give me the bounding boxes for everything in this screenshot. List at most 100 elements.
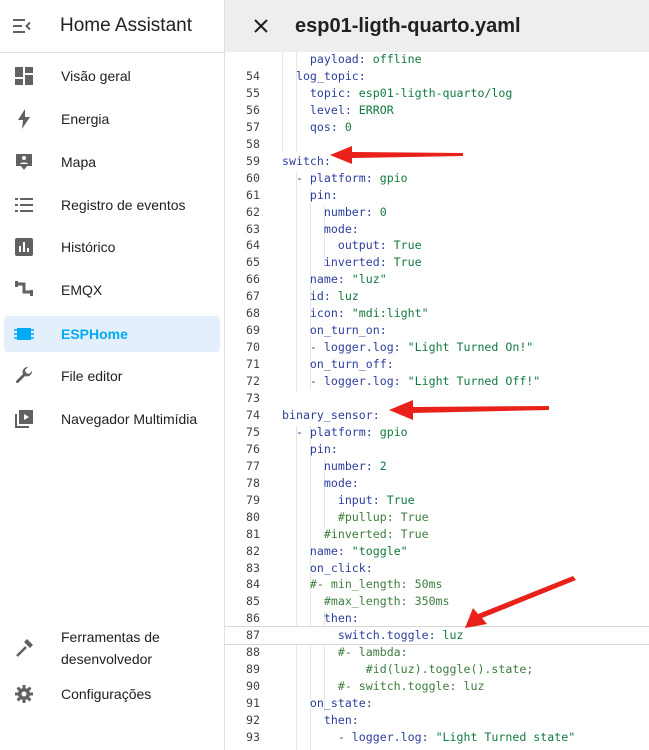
sidebar-item-label: Histórico bbox=[61, 239, 116, 255]
line-number: 54 bbox=[246, 68, 260, 83]
code-line[interactable]: 61 pin: bbox=[225, 187, 649, 204]
code-line[interactable]: payload: offline bbox=[225, 52, 649, 68]
list-icon bbox=[12, 193, 36, 217]
map-icon bbox=[12, 150, 36, 174]
code-line[interactable]: 56 level: ERROR bbox=[225, 102, 649, 119]
code-line[interactable]: 55 topic: esp01-ligth-quarto/log bbox=[225, 85, 649, 102]
sidebar-item-mapa[interactable]: Mapa bbox=[4, 144, 220, 180]
code-line[interactable]: 92 then: bbox=[225, 712, 649, 729]
code-text: #pullup: True bbox=[282, 509, 429, 524]
line-number: 83 bbox=[246, 560, 260, 575]
code-line[interactable]: 78 mode: bbox=[225, 475, 649, 492]
close-icon[interactable] bbox=[249, 14, 273, 38]
line-number: 75 bbox=[246, 424, 260, 439]
code-line[interactable]: 63 mode: bbox=[225, 221, 649, 238]
code-line[interactable]: 87 switch.toggle: luz bbox=[225, 626, 649, 646]
line-number: 89 bbox=[246, 662, 260, 677]
code-line[interactable]: 81 #inverted: True bbox=[225, 526, 649, 543]
code-text: payload: offline bbox=[282, 52, 422, 66]
code-line[interactable]: 67 id: luz bbox=[225, 288, 649, 305]
code-text: switch: bbox=[282, 153, 331, 168]
line-number: 62 bbox=[246, 204, 260, 219]
code-line[interactable]: 68 icon: "mdi:light" bbox=[225, 305, 649, 322]
code-line[interactable]: 74 binary_sensor: bbox=[225, 407, 649, 424]
code-text: - logger.log: "Light Turned state" bbox=[282, 730, 576, 744]
code-line[interactable]: 66 name: "luz" bbox=[225, 271, 649, 288]
line-number: 88 bbox=[246, 645, 260, 660]
code-text: #- min_length: 50ms bbox=[282, 577, 443, 592]
sidebar-item-navegador[interactable]: Navegador Multimídia bbox=[4, 401, 220, 437]
code-line[interactable]: 69 on_turn_on: bbox=[225, 322, 649, 339]
menu-toggle-icon[interactable] bbox=[11, 15, 33, 37]
code-line[interactable]: 83 on_click: bbox=[225, 560, 649, 577]
code-line[interactable]: 57 qos: 0 bbox=[225, 119, 649, 136]
hammer-icon bbox=[12, 636, 36, 660]
sidebar-item-file-editor[interactable]: File editor bbox=[4, 358, 220, 394]
code-line[interactable]: 70 - logger.log: "Light Turned On!" bbox=[225, 339, 649, 356]
code-line[interactable]: 72 - logger.log: "Light Turned Off!" bbox=[225, 373, 649, 390]
code-line[interactable]: 73 bbox=[225, 390, 649, 407]
dashboard-icon bbox=[12, 64, 36, 88]
code-line[interactable]: 90 #- switch.toggle: luz bbox=[225, 678, 649, 695]
code-text: number: 0 bbox=[282, 204, 387, 219]
code-text: level: ERROR bbox=[282, 102, 394, 117]
code-line[interactable]: 88 #- lambda: bbox=[225, 644, 649, 661]
sidebar-item-label: Ferramentas de desenvolvedor bbox=[61, 629, 160, 667]
code-line[interactable]: 64 output: True bbox=[225, 237, 649, 254]
code-text: then: bbox=[282, 713, 359, 728]
code-line[interactable]: 86 then: bbox=[225, 610, 649, 627]
sidebar-item-registro[interactable]: Registro de eventos bbox=[4, 187, 220, 223]
code-text: - platform: gpio bbox=[282, 170, 408, 185]
code-line[interactable]: 62 number: 0 bbox=[225, 204, 649, 221]
code-text: input: True bbox=[282, 492, 415, 507]
code-line[interactable]: 60 - platform: gpio bbox=[225, 170, 649, 187]
code-text: id: luz bbox=[282, 289, 359, 304]
code-line[interactable]: 91 on_state: bbox=[225, 695, 649, 712]
code-line[interactable]: 80 #pullup: True bbox=[225, 509, 649, 526]
sidebar-item-label: Registro de eventos bbox=[61, 197, 186, 213]
sidebar-item-energia[interactable]: Energia bbox=[4, 101, 220, 137]
sidebar-item-ferramentas[interactable]: Ferramentas de desenvolvedor bbox=[4, 624, 220, 672]
sidebar-item-historico[interactable]: Histórico bbox=[4, 229, 220, 265]
code-line[interactable]: 58 bbox=[225, 136, 649, 153]
line-number: 65 bbox=[246, 255, 260, 270]
sidebar-item-esphome[interactable]: ESPHome bbox=[4, 316, 220, 352]
code-line[interactable]: 89 #id(luz).toggle().state; bbox=[225, 661, 649, 678]
code-line[interactable]: 84 #- min_length: 50ms bbox=[225, 576, 649, 593]
line-number: 57 bbox=[246, 119, 260, 134]
lightning-icon bbox=[12, 107, 36, 131]
code-line[interactable]: 93 - logger.log: "Light Turned state" bbox=[225, 729, 649, 746]
sidebar-item-configuracoes[interactable]: Configurações bbox=[4, 676, 220, 712]
code-line[interactable]: 85 #max_length: 350ms bbox=[225, 593, 649, 610]
code-line[interactable]: 82 name: "toggle" bbox=[225, 543, 649, 560]
code-text: #inverted: True bbox=[282, 526, 429, 541]
editor-toolbar: esp01-ligth-quarto.yaml bbox=[225, 0, 649, 52]
line-number: 85 bbox=[246, 594, 260, 609]
line-number: 76 bbox=[246, 441, 260, 456]
line-number: 78 bbox=[246, 475, 260, 490]
sidebar-item-label: EMQX bbox=[61, 282, 103, 298]
line-number: 58 bbox=[246, 136, 260, 151]
line-number: 93 bbox=[246, 730, 260, 744]
sidebar-item-label: Energia bbox=[61, 111, 110, 127]
code-line[interactable]: 71 on_turn_off: bbox=[225, 356, 649, 373]
code-text: log_topic: bbox=[282, 68, 366, 83]
code-line[interactable]: 65 inverted: True bbox=[225, 254, 649, 271]
code-text: #- switch.toggle: luz bbox=[282, 679, 485, 694]
code-line[interactable]: 77 number: 2 bbox=[225, 458, 649, 475]
sidebar-item-visao-geral[interactable]: Visão geral bbox=[4, 58, 220, 94]
code-line[interactable]: 54 log_topic: bbox=[225, 68, 649, 85]
line-number: 72 bbox=[246, 374, 260, 389]
code-line[interactable]: 76 pin: bbox=[225, 441, 649, 458]
code-line[interactable]: 75 - platform: gpio bbox=[225, 424, 649, 441]
sidebar-item-emqx[interactable]: EMQX bbox=[4, 272, 220, 308]
code-line[interactable]: 79 input: True bbox=[225, 492, 649, 509]
code-text: binary_sensor: bbox=[282, 407, 380, 422]
code-text: on_turn_off: bbox=[282, 357, 394, 372]
media-icon bbox=[12, 407, 36, 431]
line-number: 73 bbox=[246, 391, 260, 405]
code-line[interactable]: 59 switch: bbox=[225, 153, 649, 170]
sidebar-item-label: ESPHome bbox=[61, 326, 128, 342]
code-editor[interactable]: payload: offline 54 log_topic: 55 topic: e… bbox=[225, 52, 649, 750]
code-text: - logger.log: "Light Turned On!" bbox=[282, 340, 534, 355]
